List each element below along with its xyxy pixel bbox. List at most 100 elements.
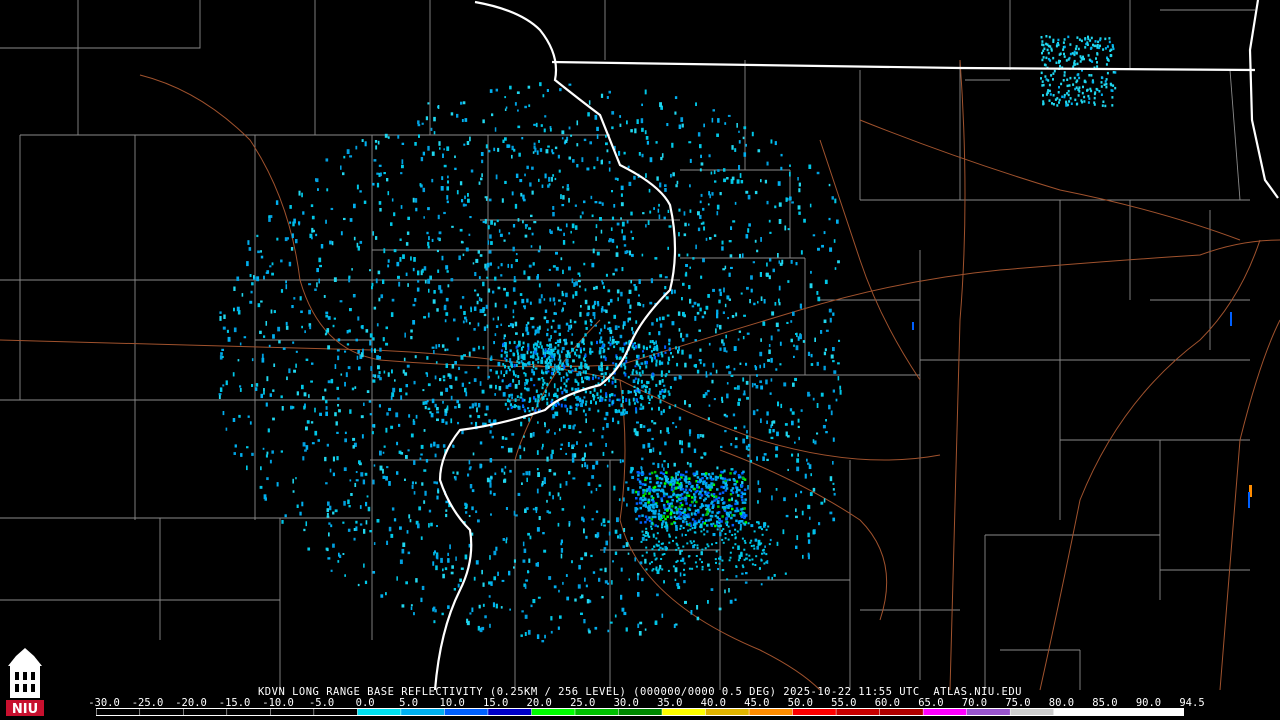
echo-pixel bbox=[542, 94, 545, 98]
echo-pixel bbox=[625, 542, 629, 547]
echo-pixel bbox=[532, 361, 535, 365]
echo-pixel bbox=[566, 187, 570, 191]
echo-pixel bbox=[671, 289, 673, 295]
echo-pixel bbox=[585, 584, 588, 588]
echo-pixel bbox=[427, 383, 431, 387]
echo-pixel bbox=[716, 516, 719, 519]
echo-pixel bbox=[532, 599, 536, 604]
echo-pixel bbox=[526, 379, 529, 383]
echo-pixel bbox=[1059, 60, 1061, 63]
echo-pixel bbox=[219, 311, 222, 314]
echo-pixel bbox=[802, 554, 804, 559]
echo-pixel bbox=[507, 365, 510, 369]
echo-pixel bbox=[610, 227, 613, 231]
echo-pixel bbox=[578, 431, 582, 434]
echo-pixel bbox=[654, 524, 657, 527]
echo-pixel bbox=[327, 557, 331, 560]
echo-pixel bbox=[688, 404, 691, 408]
echo-pixel bbox=[535, 562, 538, 567]
echo-pixel bbox=[454, 476, 457, 481]
echo-pixel bbox=[540, 393, 543, 396]
echo-pixel bbox=[528, 104, 531, 107]
echo-pixel bbox=[1106, 71, 1109, 75]
echo-pixel bbox=[460, 101, 463, 105]
echo-pixel bbox=[646, 140, 650, 145]
echo-pixel bbox=[760, 385, 764, 390]
echo-pixel bbox=[564, 404, 567, 408]
echo-pixel bbox=[318, 257, 322, 263]
echo-pixel bbox=[688, 429, 692, 434]
echo-pixel bbox=[514, 374, 517, 378]
echo-pixel bbox=[768, 349, 771, 355]
echo-pixel bbox=[626, 220, 629, 224]
echo-pixel bbox=[1094, 44, 1097, 48]
echo-pixel bbox=[701, 315, 705, 319]
echo-pixel bbox=[458, 366, 461, 371]
echo-pixel bbox=[652, 489, 655, 492]
echo-pixel bbox=[760, 237, 762, 242]
echo-pixel bbox=[721, 538, 724, 541]
echo-pixel bbox=[334, 364, 337, 369]
echo-pixel bbox=[526, 165, 529, 170]
echo-pixel bbox=[795, 262, 798, 266]
echo-pixel bbox=[622, 545, 626, 548]
echo-pixel bbox=[457, 421, 460, 425]
echo-pixel bbox=[431, 346, 435, 349]
echo-pixel bbox=[636, 354, 639, 359]
colorbar-segment bbox=[227, 709, 271, 715]
echo-pixel bbox=[425, 116, 429, 121]
echo-pixel bbox=[689, 266, 692, 269]
echo-pixel bbox=[807, 539, 811, 544]
echo-pixel bbox=[266, 270, 270, 274]
echo-pixel bbox=[537, 361, 540, 364]
echo-pixel bbox=[489, 89, 493, 93]
echo-pixel bbox=[611, 341, 614, 345]
echo-pixel bbox=[415, 578, 418, 583]
echo-pixel bbox=[551, 408, 554, 411]
echo-pixel bbox=[379, 377, 382, 381]
echo-pixel bbox=[410, 604, 413, 607]
echo-pixel bbox=[557, 364, 560, 369]
echo-pixel bbox=[442, 444, 446, 448]
echo-pixel bbox=[528, 227, 532, 230]
echo-pixel bbox=[536, 488, 539, 494]
echo-pixel bbox=[638, 152, 641, 156]
echo-pixel bbox=[561, 137, 564, 140]
echo-pixel bbox=[579, 274, 581, 277]
echo-pixel bbox=[482, 422, 485, 426]
highway bbox=[859, 119, 1241, 241]
echo-pixel bbox=[681, 533, 684, 537]
echo-pixel bbox=[720, 476, 723, 480]
echo-pixel bbox=[686, 491, 689, 494]
echo-pixel bbox=[641, 577, 644, 582]
echo-pixel bbox=[666, 123, 669, 127]
echo-pixel bbox=[247, 415, 250, 418]
echo-pixel bbox=[647, 395, 650, 399]
echo-pixel bbox=[1099, 38, 1102, 42]
echo-pixel bbox=[436, 525, 438, 528]
echo-pixel bbox=[630, 211, 633, 216]
echo-pixel bbox=[423, 429, 426, 432]
echo-pixel bbox=[568, 197, 570, 203]
echo-pixel bbox=[731, 497, 734, 501]
echo-pixel bbox=[219, 316, 222, 321]
echo-pixel bbox=[719, 532, 722, 537]
echo-pixel bbox=[218, 395, 221, 400]
echo-pixel bbox=[769, 231, 772, 234]
echo-pixel bbox=[554, 346, 557, 350]
echo-pixel bbox=[637, 343, 641, 349]
echo-pixel bbox=[656, 593, 659, 597]
echo-pixel bbox=[664, 276, 668, 279]
echo-pixel bbox=[705, 513, 708, 516]
echo-pixel bbox=[479, 463, 482, 469]
echo-pixel bbox=[583, 200, 586, 204]
echo-pixel bbox=[1047, 79, 1050, 82]
echo-pixel bbox=[540, 294, 543, 299]
echo-pixel bbox=[575, 396, 578, 399]
echo-pixel bbox=[558, 372, 561, 376]
echo-pixel bbox=[550, 325, 553, 329]
echo-pixel bbox=[604, 398, 607, 402]
echo-pixel bbox=[1085, 42, 1088, 46]
echo-pixel bbox=[705, 374, 708, 378]
echo-pixel bbox=[560, 542, 563, 546]
